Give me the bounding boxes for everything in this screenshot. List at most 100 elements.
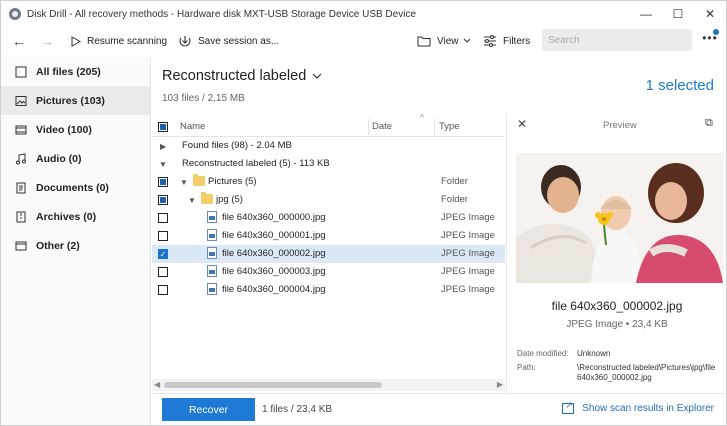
row-checkbox[interactable] bbox=[158, 285, 168, 295]
table-row[interactable]: ▼ Reconstructed labeled (5) - 113 KB bbox=[152, 155, 505, 173]
window-controls: — ☐ ✕ bbox=[630, 1, 726, 27]
row-type: Folder bbox=[441, 176, 468, 187]
disk-drill-logo-icon bbox=[9, 8, 21, 20]
path-value: \Reconstructed labeled\Pictures\jpg\file… bbox=[577, 363, 716, 382]
app-window: Disk Drill - All recovery methods - Hard… bbox=[0, 0, 727, 426]
sidebar-item-pictures[interactable]: Pictures (103) bbox=[1, 86, 150, 115]
row-checkbox[interactable] bbox=[158, 231, 168, 241]
sidebar-item-audio[interactable]: Audio (0) bbox=[1, 144, 150, 173]
column-header-type[interactable]: Type bbox=[439, 121, 460, 132]
recover-button[interactable]: Recover bbox=[162, 398, 255, 421]
row-name: Pictures (5) bbox=[208, 176, 257, 187]
row-checkbox[interactable] bbox=[158, 177, 168, 187]
show-in-explorer-link[interactable]: Show scan results in Explorer bbox=[562, 400, 714, 414]
column-header-name[interactable]: Name bbox=[180, 121, 205, 132]
image-file-icon bbox=[207, 265, 217, 277]
sidebar-item-archives[interactable]: Archives (0) bbox=[1, 202, 150, 231]
sidebar-item-video[interactable]: Video (100) bbox=[1, 115, 150, 144]
expand-arrow-icon[interactable]: ▶ bbox=[160, 142, 166, 151]
sidebar-item-label: Video (100) bbox=[36, 123, 92, 136]
horizontal-scrollbar[interactable]: ◀ ▶ bbox=[152, 379, 505, 391]
preview-file-name: file 640x360_000002.jpg bbox=[551, 299, 683, 313]
archive-icon bbox=[14, 210, 28, 224]
collapse-arrow-icon[interactable]: ▼ bbox=[159, 160, 167, 169]
sidebar-item-documents[interactable]: Documents (0) bbox=[1, 173, 150, 202]
selected-count: 1 selected bbox=[645, 77, 714, 94]
image-file-icon bbox=[207, 211, 217, 223]
table-row[interactable]: file 640x360_000001.jpg JPEG Image bbox=[152, 227, 505, 245]
save-session-button[interactable]: Save session as... bbox=[178, 32, 279, 50]
maximize-button[interactable]: ☐ bbox=[662, 1, 694, 27]
view-dropdown[interactable]: View bbox=[417, 32, 471, 50]
column-divider[interactable] bbox=[434, 119, 435, 135]
table-row[interactable]: file 640x360_000004.jpg JPEG Image bbox=[152, 281, 505, 299]
sidebar-item-label: Audio (0) bbox=[36, 152, 82, 165]
save-session-label: Save session as... bbox=[198, 35, 280, 47]
folder-view-icon bbox=[417, 36, 431, 47]
search-input[interactable] bbox=[542, 29, 692, 51]
sidebar: All files (205) Pictures (103) Video (10… bbox=[1, 57, 151, 425]
table-row[interactable]: ▼ jpg (5) Folder bbox=[152, 191, 505, 209]
play-icon bbox=[71, 35, 81, 47]
filters-button[interactable]: Filters bbox=[483, 32, 530, 50]
view-label: View bbox=[437, 35, 459, 47]
results-title-dropdown[interactable]: Reconstructed labeled bbox=[162, 68, 322, 84]
other-icon bbox=[14, 239, 28, 253]
back-arrow-icon[interactable]: ← bbox=[9, 31, 29, 51]
table-row[interactable]: file 640x360_000003.jpg JPEG Image bbox=[152, 263, 505, 281]
close-button[interactable]: ✕ bbox=[694, 1, 726, 27]
row-type: JPEG Image bbox=[441, 284, 495, 295]
all-files-icon bbox=[14, 65, 28, 79]
table-row[interactable]: file 640x360_000000.jpg JPEG Image bbox=[152, 209, 505, 227]
sidebar-item-label: Archives (0) bbox=[36, 210, 97, 223]
forward-arrow-icon[interactable]: → bbox=[37, 31, 57, 51]
table-row[interactable]: ✓ file 640x360_000002.jpg JPEG Image bbox=[152, 245, 505, 263]
sidebar-item-all-files[interactable]: All files (205) bbox=[1, 57, 150, 86]
external-link-icon bbox=[562, 400, 575, 414]
scroll-right-icon[interactable]: ▶ bbox=[497, 380, 503, 389]
toolbar: ← → Resume scanning Save session as... V… bbox=[1, 27, 726, 55]
column-header-date[interactable]: Date bbox=[372, 121, 392, 132]
row-checkbox[interactable] bbox=[158, 195, 168, 205]
path-label: Path: bbox=[517, 363, 536, 372]
row-checkbox[interactable]: ✓ bbox=[158, 249, 168, 259]
row-name: Found files (98) - 2.04 MB bbox=[182, 140, 292, 151]
preview-pane: ✕ Preview ⧉ file 640x360_000002.jpg JPEG… bbox=[506, 113, 726, 393]
sidebar-item-label: Pictures (103) bbox=[36, 94, 105, 107]
chevron-down-icon bbox=[463, 38, 470, 43]
file-list: ▶ Found files (98) - 2.04 MB ▼ Reconstru… bbox=[152, 137, 505, 299]
show-in-explorer-label: Show scan results in Explorer bbox=[582, 403, 714, 414]
preview-title: Preview bbox=[603, 120, 637, 131]
page-title: Reconstructed labeled bbox=[162, 68, 307, 84]
collapse-arrow-icon[interactable]: ▼ bbox=[188, 196, 196, 205]
sidebar-item-other[interactable]: Other (2) bbox=[1, 231, 150, 260]
image-file-icon bbox=[207, 283, 217, 295]
table-header: Name ^ Date Type bbox=[152, 113, 505, 137]
picture-icon bbox=[14, 94, 28, 108]
row-name: file 640x360_000000.jpg bbox=[222, 212, 326, 223]
close-preview-icon[interactable]: ✕ bbox=[517, 117, 527, 131]
column-divider[interactable] bbox=[368, 119, 369, 135]
minimize-button[interactable]: — bbox=[630, 1, 662, 27]
row-name: Reconstructed labeled (5) - 113 KB bbox=[182, 158, 330, 169]
chevron-down-icon bbox=[312, 73, 322, 79]
row-checkbox[interactable] bbox=[158, 267, 168, 277]
row-name: jpg (5) bbox=[216, 194, 243, 205]
row-type: JPEG Image bbox=[441, 230, 495, 241]
row-name: file 640x360_000001.jpg bbox=[222, 230, 326, 241]
image-file-icon bbox=[207, 247, 217, 259]
row-checkbox[interactable] bbox=[158, 213, 168, 223]
scroll-left-icon[interactable]: ◀ bbox=[154, 380, 160, 389]
select-all-checkbox[interactable] bbox=[158, 122, 168, 132]
open-external-icon[interactable]: ⧉ bbox=[705, 117, 713, 130]
preview-file-meta: JPEG Image • 23,4 KB bbox=[566, 319, 668, 330]
collapse-arrow-icon[interactable]: ▼ bbox=[180, 178, 188, 187]
scrollbar-thumb[interactable] bbox=[164, 382, 382, 388]
table-row[interactable]: ▼ Pictures (5) Folder bbox=[152, 173, 505, 191]
title-bar: Disk Drill - All recovery methods - Hard… bbox=[1, 1, 726, 27]
window-title: Disk Drill - All recovery methods - Hard… bbox=[27, 8, 416, 20]
resume-scanning-button[interactable]: Resume scanning bbox=[71, 32, 167, 50]
sidebar-item-label: Other (2) bbox=[36, 239, 80, 252]
row-name: file 640x360_000003.jpg bbox=[222, 266, 326, 277]
table-row[interactable]: ▶ Found files (98) - 2.04 MB bbox=[152, 137, 505, 155]
